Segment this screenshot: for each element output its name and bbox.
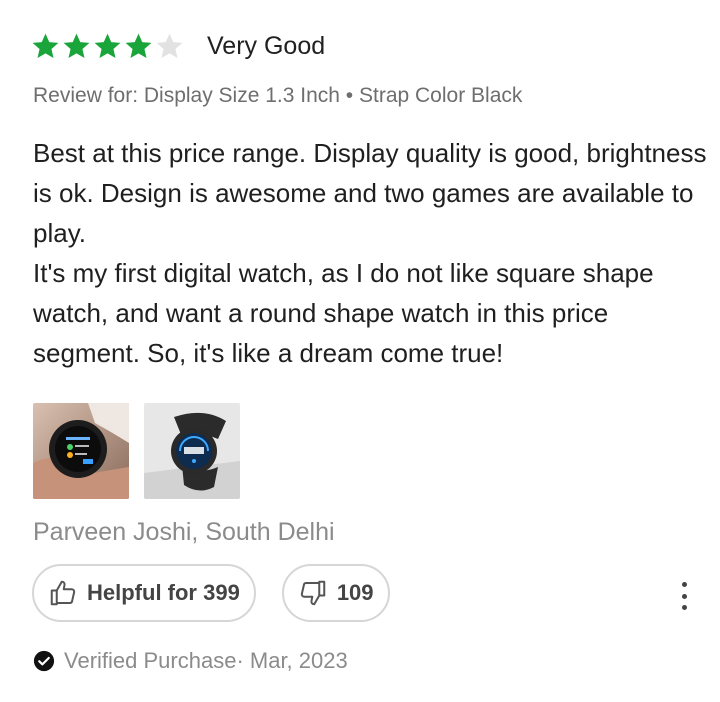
check-circle-icon	[33, 650, 55, 672]
rating-row: Very Good	[30, 26, 325, 66]
star-rating	[30, 31, 185, 62]
verified-label: Verified Purchase	[64, 648, 237, 673]
thumbs-down-icon	[298, 578, 328, 608]
review-paragraph: Best at this price range. Display qualit…	[33, 138, 707, 248]
vote-row: Helpful for 399 109	[32, 564, 416, 622]
review-body: Best at this price range. Display qualit…	[33, 133, 713, 373]
helpful-button[interactable]: Helpful for 399	[32, 564, 256, 622]
thumbs-up-icon	[48, 578, 78, 608]
reviewer-name: Parveen Joshi, South Delhi	[33, 518, 335, 546]
review-date: · Mar, 2023	[236, 648, 348, 673]
review-paragraph: It's my first digital watch, as I do not…	[33, 258, 654, 368]
helpful-label: Helpful for 399	[87, 580, 240, 605]
star-icon	[92, 31, 123, 62]
dislike-button[interactable]: 109	[281, 564, 390, 622]
review-photos	[33, 403, 255, 499]
more-vertical-icon[interactable]	[674, 582, 694, 610]
star-empty-icon	[154, 31, 185, 62]
star-icon	[30, 31, 61, 62]
star-icon	[61, 31, 92, 62]
review-photo-1[interactable]	[33, 403, 129, 499]
review-photo-2[interactable]	[144, 403, 240, 499]
star-icon	[123, 31, 154, 62]
dislike-count: 109	[336, 580, 374, 605]
review-variant: Review for: Display Size 1.3 Inch • Stra…	[33, 84, 523, 107]
rating-label: Very Good	[207, 31, 326, 60]
verified-purchase-row: Verified Purchase · Mar, 2023	[33, 648, 348, 674]
